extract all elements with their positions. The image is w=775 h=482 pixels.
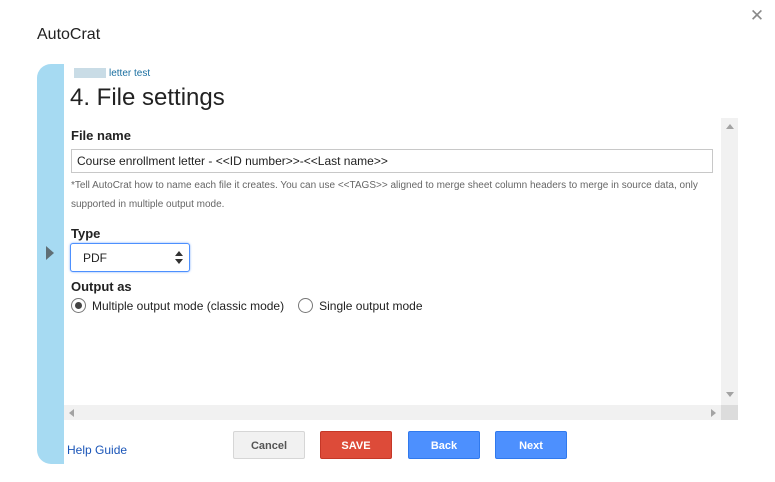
scroll-right-icon[interactable] [711, 409, 716, 417]
output-mode-radio-group: Multiple output mode (classic mode) Sing… [71, 298, 437, 313]
file-name-label: File name [71, 128, 131, 143]
help-guide-link[interactable]: Help Guide [67, 443, 127, 457]
breadcrumb: letter test [74, 67, 150, 79]
job-name: letter test [109, 67, 151, 79]
select-arrows-icon [175, 250, 183, 265]
settings-scroll-area[interactable]: File name Course enrollment letter - <<I… [64, 118, 738, 420]
scroll-down-icon[interactable] [726, 392, 734, 397]
expand-arrow-icon [46, 246, 54, 260]
back-button[interactable]: Back [408, 431, 480, 459]
file-name-input[interactable]: Course enrollment letter - <<ID number>>… [71, 149, 713, 173]
save-button[interactable]: SAVE [320, 431, 392, 459]
file-name-help-text: *Tell AutoCrat how to name each file it … [71, 180, 698, 210]
multiple-output-radio[interactable] [71, 298, 86, 313]
multiple-output-label[interactable]: Multiple output mode (classic mode) [92, 299, 284, 313]
horizontal-scrollbar[interactable] [64, 405, 721, 420]
scrollbar-corner [721, 405, 738, 420]
dialog-title: AutoCrat [37, 26, 101, 43]
type-select[interactable]: PDF [70, 243, 190, 272]
redacted-block [74, 68, 106, 78]
side-panel-toggle[interactable] [37, 64, 64, 464]
page-title: 4. File settings [70, 84, 225, 111]
type-selected-value: PDF [83, 251, 107, 265]
close-icon[interactable]: ✕ [749, 7, 765, 24]
type-label: Type [71, 226, 101, 241]
single-output-label[interactable]: Single output mode [319, 299, 422, 313]
single-output-radio[interactable] [298, 298, 314, 313]
cancel-button[interactable]: Cancel [233, 431, 305, 459]
next-button[interactable]: Next [495, 431, 567, 459]
scroll-left-icon[interactable] [69, 409, 74, 417]
vertical-scrollbar[interactable] [721, 118, 738, 405]
output-as-label: Output as [71, 279, 132, 294]
scroll-up-icon[interactable] [726, 124, 734, 129]
